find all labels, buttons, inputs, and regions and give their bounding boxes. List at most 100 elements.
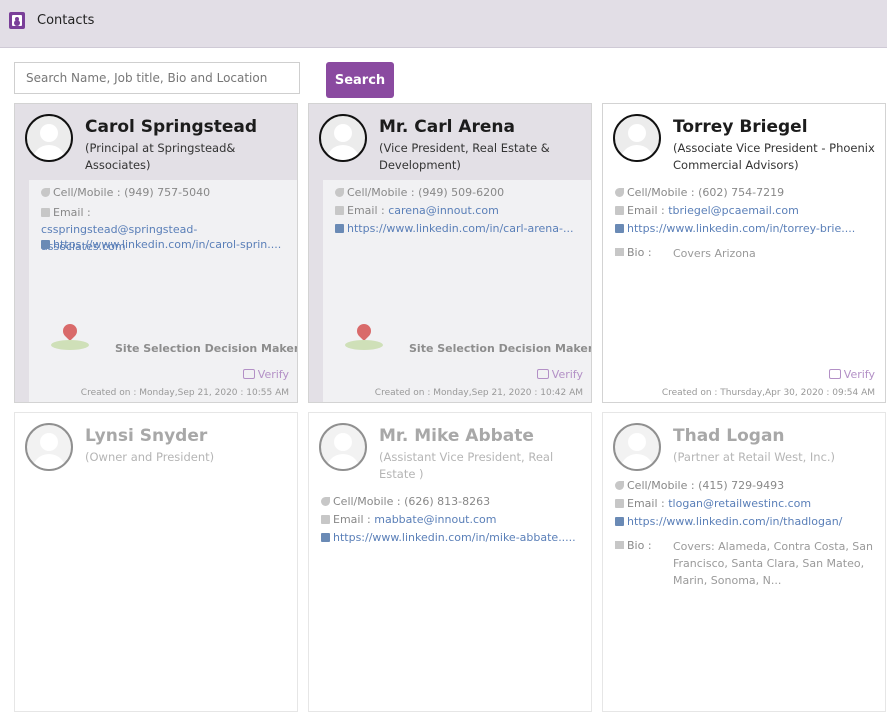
linkedin-field: https://www.linkedin.com/in/torrey-brie.… (615, 222, 855, 235)
cell-label: Cell/Mobile : (627, 479, 695, 492)
list-icon (615, 248, 624, 256)
phone-icon (335, 188, 344, 197)
email-label: Email : (53, 206, 91, 219)
avatar (613, 114, 661, 162)
avatar (319, 114, 367, 162)
contact-card[interactable]: Lynsi Snyder (Owner and President) (14, 412, 298, 712)
linkedin-field: https://www.linkedin.com/in/carl-arena-.… (335, 222, 573, 235)
contact-card[interactable]: Thad Logan (Partner at Retail West, Inc.… (602, 412, 886, 712)
created-timestamp: Created on : Monday,Sep 21, 2020 : 10:42… (374, 388, 583, 398)
linkedin-link[interactable]: https://www.linkedin.com/in/mike-abbate.… (333, 531, 576, 544)
verify-icon (536, 369, 549, 379)
contact-card[interactable]: Torrey Briegel (Associate Vice President… (602, 103, 886, 403)
linkedin-link[interactable]: https://www.linkedin.com/in/carol-sprin.… (53, 238, 281, 251)
title-bar: Contacts (0, 0, 887, 48)
contact-card[interactable]: Mr. Mike Abbate (Assistant Vice Presiden… (308, 412, 592, 712)
verify-icon (242, 369, 255, 379)
contact-name: Lynsi Snyder (85, 426, 208, 446)
tagline: Site Selection Decision Maker (409, 342, 592, 355)
contact-name: Mr. Mike Abbate (379, 426, 534, 446)
cell-label: Cell/Mobile : (53, 186, 121, 199)
cell-label: Cell/Mobile : (333, 495, 401, 508)
mail-icon (335, 206, 344, 215)
linkedin-link[interactable]: https://www.linkedin.com/in/torrey-brie.… (627, 222, 855, 235)
verify-icon (828, 369, 841, 379)
app-title: Contacts (37, 13, 95, 28)
verify-label: Verify (257, 368, 289, 381)
cell-field: Cell/Mobile : (949) 509-6200 (335, 186, 504, 199)
phone-icon (615, 481, 624, 490)
email-field: Email : carena@innout.com (335, 204, 499, 217)
email-label: Email : (627, 497, 665, 510)
contact-name: Carol Springstead (85, 117, 258, 137)
contact-role: (Assistant Vice President, Real Estate ) (379, 450, 554, 481)
mail-icon (615, 499, 624, 508)
contact-name: Mr. Carl Arena (379, 117, 515, 137)
bio-value: Covers: Alameda, Contra Costa, San Franc… (673, 540, 874, 587)
card-details: Cell/Mobile : (626) 813-8263 Email : mab… (309, 489, 591, 711)
verify-button[interactable]: Verify (828, 368, 875, 381)
search-input[interactable] (14, 62, 300, 94)
list-icon (615, 541, 624, 549)
linkedin-link[interactable]: https://www.linkedin.com/in/carl-arena-.… (347, 222, 573, 235)
cell-label: Cell/Mobile : (627, 186, 695, 199)
phone-icon (41, 188, 50, 197)
verify-button[interactable]: Verify (242, 368, 289, 381)
cell-value: (949) 757-5040 (124, 186, 211, 199)
bio-field: Bio : (615, 246, 652, 259)
card-details: Cell/Mobile : (949) 757-5040 Email : css… (29, 180, 297, 402)
cell-value: (626) 813-8263 (404, 495, 491, 508)
linkedin-icon (615, 517, 624, 526)
linkedin-field: https://www.linkedin.com/in/carol-sprin.… (41, 238, 281, 251)
search-button[interactable]: Search (326, 62, 394, 98)
cell-field: Cell/Mobile : (415) 729-9493 (615, 479, 784, 492)
cell-value: (949) 509-6200 (418, 186, 505, 199)
bio-value: Covers Arizona (673, 247, 756, 260)
cell-label: Cell/Mobile : (347, 186, 415, 199)
verify-label: Verify (551, 368, 583, 381)
linkedin-field: https://www.linkedin.com/in/mike-abbate.… (321, 531, 576, 544)
contact-role: (Principal at Springstead& Associates) (85, 141, 236, 172)
mail-icon (41, 208, 50, 217)
verify-button[interactable]: Verify (536, 368, 583, 381)
email-field: Email : mabbate@innout.com (321, 513, 496, 526)
avatar (25, 114, 73, 162)
email-link[interactable]: tbriegel@pcaemail.com (668, 204, 799, 217)
map-pin-icon (60, 321, 80, 341)
map-base (345, 340, 383, 350)
linkedin-link[interactable]: https://www.linkedin.com/in/thadlogan/ (627, 515, 842, 528)
email-field: Email : tbriegel@pcaemail.com (615, 204, 799, 217)
created-timestamp: Created on : Monday,Sep 21, 2020 : 10:55… (80, 388, 289, 398)
contact-card[interactable]: Mr. Carl Arena (Vice President, Real Est… (308, 103, 592, 403)
contact-name: Torrey Briegel (673, 117, 808, 137)
contact-card[interactable]: Carol Springstead (Principal at Springst… (14, 103, 298, 403)
contact-role: (Associate Vice President - Phoenix Comm… (673, 141, 875, 172)
phone-icon (615, 188, 624, 197)
created-timestamp: Created on : Thursday,Apr 30, 2020 : 09:… (661, 388, 875, 398)
cell-field: Cell/Mobile : (626) 813-8263 (321, 495, 490, 508)
email-link[interactable]: mabbate@innout.com (374, 513, 496, 526)
contact-role: (Owner and President) (85, 450, 215, 464)
contact-role: (Vice President, Real Estate & Developme… (379, 141, 550, 172)
linkedin-icon (321, 533, 330, 542)
linkedin-icon (615, 224, 624, 233)
bio-label: Bio : (627, 246, 652, 259)
map-base (51, 340, 89, 350)
linkedin-icon (41, 240, 50, 249)
email-label: Email : (627, 204, 665, 217)
avatar (613, 423, 661, 471)
email-label: Email : (333, 513, 371, 526)
map-pin-icon (354, 321, 374, 341)
email-label: Email : (347, 204, 385, 217)
card-details: Cell/Mobile : (415) 729-9493 Email : tlo… (603, 473, 885, 697)
cell-value: (415) 729-9493 (698, 479, 785, 492)
card-details: Cell/Mobile : (602) 754-7219 Email : tbr… (603, 180, 885, 402)
linkedin-field: https://www.linkedin.com/in/thadlogan/ (615, 515, 842, 528)
mail-icon (321, 515, 330, 524)
card-details: Cell/Mobile : (949) 509-6200 Email : car… (323, 180, 592, 402)
email-link[interactable]: carena@innout.com (388, 204, 499, 217)
email-link[interactable]: tlogan@retailwestinc.com (668, 497, 811, 510)
address-book-icon (9, 12, 25, 29)
bio-field: Bio : (615, 539, 652, 552)
cell-field: Cell/Mobile : (949) 757-5040 (41, 186, 210, 199)
